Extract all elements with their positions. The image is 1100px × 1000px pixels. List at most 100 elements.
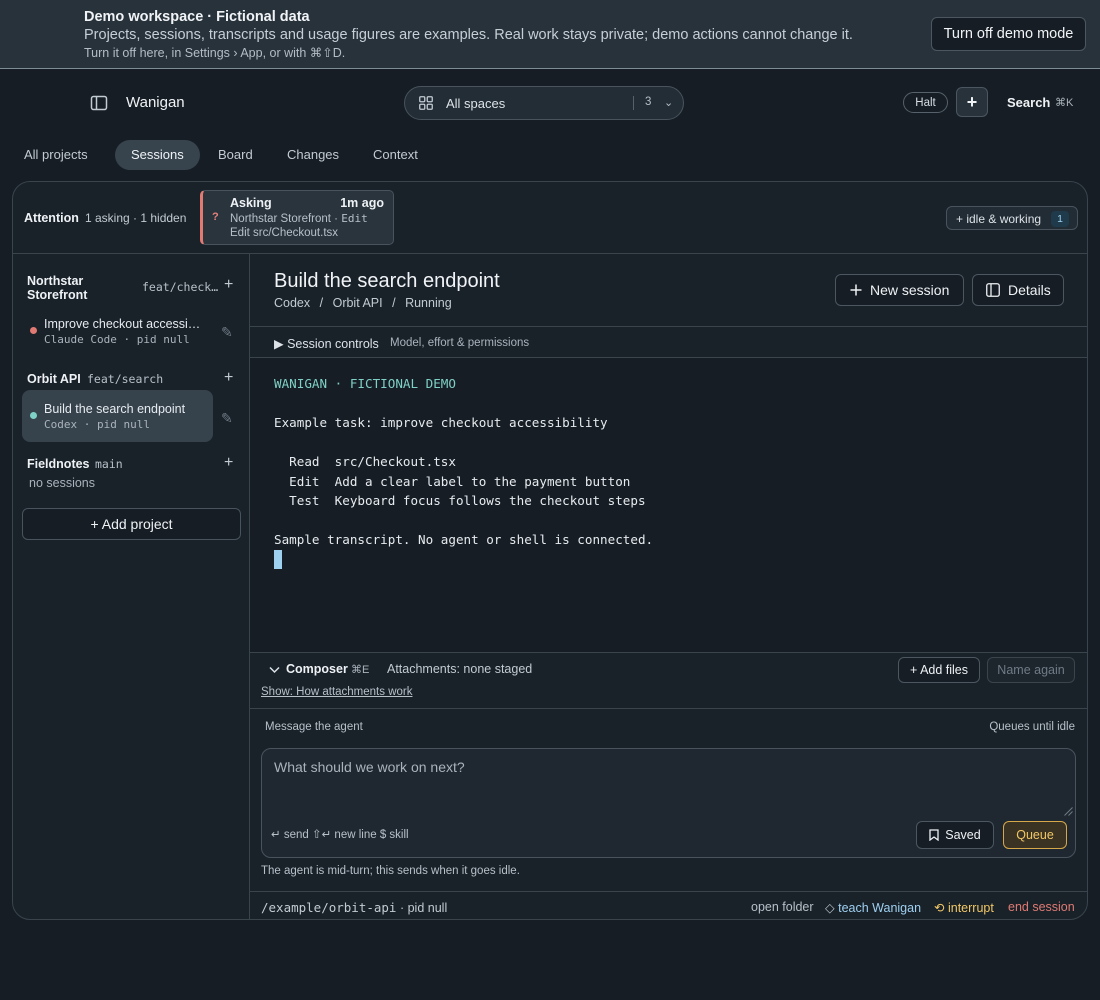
terminal-step: Test Keyboard focus follows the checkout… [274,493,646,508]
message-label: Message the agent [265,721,363,733]
tab-all-projects[interactable]: All projects [24,140,88,170]
message-input[interactable] [274,759,1064,817]
attachments-status: Attachments: none staged [387,662,533,676]
mid-turn-note: The agent is mid-turn; this sends when i… [261,865,520,877]
teach-link[interactable]: ◇ teach Wanigan [825,900,921,915]
attention-card-context: Northstar Storefront · Edit [230,212,368,225]
transcript-terminal: WANIGAN · FICTIONAL DEMO Example task: i… [250,358,1087,652]
composer-shortcut: ⌘E [351,664,370,676]
spaces-label: All spaces [446,96,506,111]
chevron-down-icon[interactable] [269,666,280,674]
new-session-button[interactable]: New session [835,274,964,306]
breadcrumb: Codex / Orbit API / Running [274,296,458,310]
diamond-icon: ◇ [825,901,835,915]
saved-label: Saved [945,828,981,842]
project-name[interactable]: Northstar Storefront [27,274,127,302]
add-session-button[interactable]: + [224,369,233,387]
turn-off-demo-button[interactable]: Turn off demo mode [931,17,1086,51]
add-files-button[interactable]: + Add files [898,657,980,683]
details-button[interactable]: Details [972,274,1064,306]
breadcrumb-project[interactable]: Orbit API [333,296,383,310]
breadcrumb-sep: / [319,296,324,310]
terminal-note: Sample transcript. No agent or shell is … [274,532,654,547]
spaces-count: 3 [645,96,652,108]
project-branch: feat/search [87,372,164,386]
workspace-path: /example/orbit-api [261,900,397,915]
attention-card-action: Edit [341,212,368,225]
attention-card-state: Asking [230,196,272,210]
new-session-label: New session [870,282,950,298]
halt-button[interactable]: Halt [903,92,948,113]
banner-title: Demo workspace · Fictional data [84,9,310,25]
pencil-icon[interactable]: ✎ [221,324,233,341]
tab-changes[interactable]: Changes [287,140,339,170]
attention-card-project: Northstar Storefront [230,213,331,225]
composer-title[interactable]: Composer [286,662,348,676]
sidebar-toggle-icon[interactable] [90,95,108,111]
question-icon: ? [212,211,219,223]
session-item[interactable]: Improve checkout accessi… Claude Code · … [22,305,213,357]
search-button[interactable]: Search [1007,95,1050,110]
interrupt-icon: ⟲ [934,901,945,915]
project-sidebar: Northstar Storefront feat/check… + Impro… [13,254,250,919]
banner-hint: Turn it off here, in Settings › App, or … [84,46,346,60]
chevron-down-icon: ⌄ [664,97,674,109]
search-shortcut: ⌘K [1055,97,1074,109]
attention-meta: 1 asking · 1 hidden [85,211,187,225]
session-meta: Codex · pid null [44,418,150,431]
terminal-header: WANIGAN · FICTIONAL DEMO [274,376,456,391]
terminal-step: Edit Add a clear label to the payment bu… [274,474,631,489]
bookmark-icon [929,829,939,841]
message-box: ↵ send ⇧↵ new line $ skill Saved Queue [261,748,1076,858]
attachments-help-link[interactable]: Show: How attachments work [261,686,412,698]
tab-context[interactable]: Context [373,140,418,170]
status-dot [30,412,37,419]
queue-hint: Queues until idle [989,721,1075,733]
add-project-button[interactable]: + Add project [22,508,241,540]
attention-row: Attention 1 asking · 1 hidden ? Asking 1… [13,182,1087,254]
breadcrumb-status: Running [405,296,452,310]
session-controls-row: ▶ Session controls Model, effort & permi… [250,326,1087,358]
session-main: Build the search endpoint Codex / Orbit … [250,254,1087,919]
session-title: Improve checkout accessi… [44,317,201,331]
project-name[interactable]: Orbit API [27,372,81,386]
attention-card-detail: Edit src/Checkout.tsx [230,227,339,239]
footer-path-info: /example/orbit-api · pid null [261,900,448,915]
nav-tabs: All projects Sessions Board Changes Cont… [0,140,500,170]
project-branch: feat/check… [142,280,219,294]
project-name[interactable]: Fieldnotes [27,457,90,471]
add-button[interactable]: + [956,87,988,117]
interrupt-link[interactable]: ⟲ interrupt [934,900,994,915]
divider [633,96,634,110]
resize-grip-icon[interactable] [1064,807,1073,816]
saved-button[interactable]: Saved [916,821,994,849]
attention-card-time: 1m ago [340,196,384,210]
session-title-heading: Build the search endpoint [274,270,500,292]
app-brand: Wanigan [126,94,185,111]
demo-banner: Demo workspace · Fictional data Projects… [0,0,1100,69]
tab-board[interactable]: Board [218,140,253,170]
idle-working-chip[interactable]: + idle & working 1 [946,206,1078,230]
queue-button[interactable]: Queue [1003,821,1067,849]
tab-sessions[interactable]: Sessions [115,140,200,170]
add-session-button[interactable]: + [224,454,233,472]
add-session-button[interactable]: + [224,276,233,294]
session-title: Build the search endpoint [44,402,186,416]
pencil-icon[interactable]: ✎ [221,410,233,427]
terminal-step: Read src/Checkout.tsx [274,454,456,469]
idle-working-count: 1 [1051,211,1069,227]
session-item[interactable]: Build the search endpoint Codex · pid nu… [22,390,213,442]
session-controls-hint: Model, effort & permissions [390,337,530,349]
workspace-panel: Attention 1 asking · 1 hidden ? Asking 1… [12,181,1088,920]
panel-icon [986,283,1000,297]
session-controls-toggle[interactable]: ▶ Session controls [274,336,379,351]
end-session-link[interactable]: end session [1008,900,1075,914]
name-again-button[interactable]: Name again [987,657,1075,683]
session-meta: Claude Code · pid null [44,333,190,346]
spaces-selector[interactable]: All spaces 3 ⌄ [404,86,684,120]
plus-icon [850,284,862,296]
open-folder-link[interactable]: open folder [751,900,814,914]
attention-card[interactable]: ? Asking 1m ago Northstar Storefront · E… [200,190,394,245]
session-footer: /example/orbit-api · pid null open folde… [250,891,1087,919]
breadcrumb-agent[interactable]: Codex [274,296,310,310]
